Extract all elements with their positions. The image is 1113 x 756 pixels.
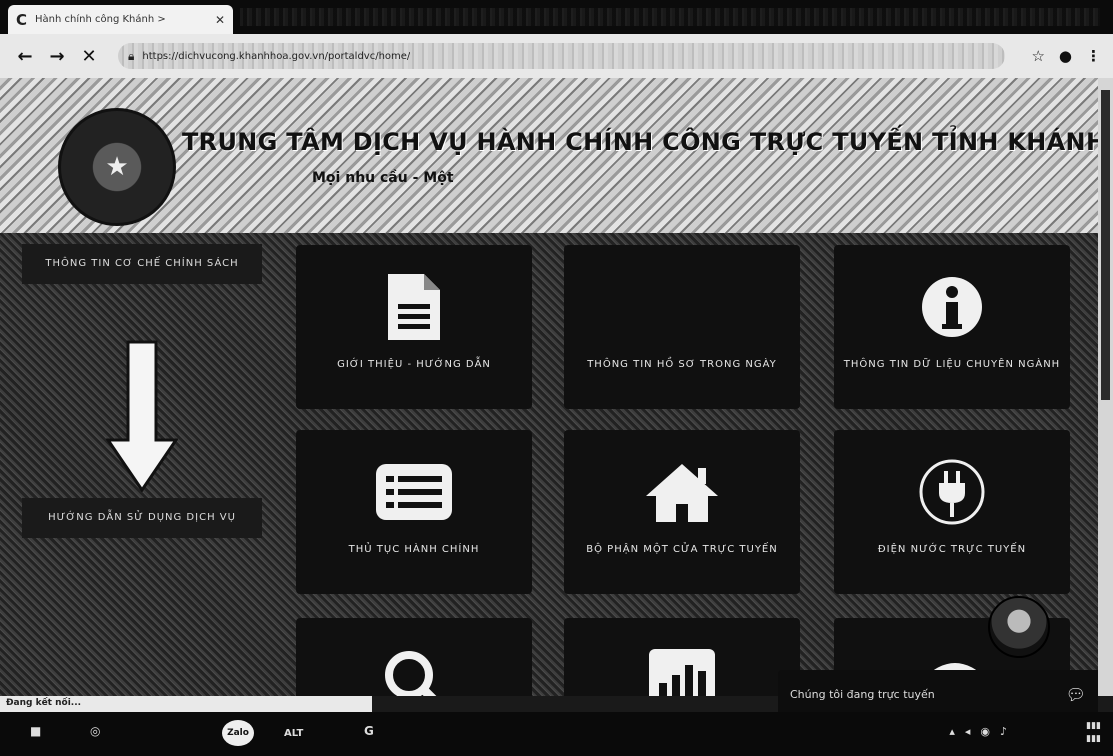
tile-administrative-procedures[interactable]: THỦ TỤC HÀNH CHÍNH xyxy=(296,430,532,594)
search-icon xyxy=(296,642,532,696)
os-taskbar: ■ ◎ Zalo ALT G ▴◂◉♪ ▮▮▮ ▮▮▮ xyxy=(0,712,1113,756)
system-tray[interactable]: ▴◂◉♪ xyxy=(949,725,1017,738)
national-emblem-logo: ★ xyxy=(58,108,176,226)
banner-title: TRUNG TÂM DỊCH VỤ HÀNH CHÍNH CÔNG TRỰC T… xyxy=(182,128,1098,156)
sidebar-item-user-guide[interactable]: HƯỚNG DẪN SỬ DỤNG DỊCH VỤ xyxy=(22,498,262,538)
sidebar-item-policy[interactable]: THÔNG TIN CƠ CHẾ CHÍNH SÁCH xyxy=(22,244,262,284)
system-clock[interactable]: ▮▮▮ ▮▮▮ xyxy=(1086,720,1101,746)
url-text: https://dichvucong.khanhhoa.gov.vn/porta… xyxy=(142,50,411,62)
profile-icon[interactable]: ● xyxy=(1059,47,1072,65)
browser-tab-bar: C Hành chính công Khánh > ✕ xyxy=(0,0,1113,34)
tile-label: ĐIỆN NƯỚC TRỰC TUYẾN xyxy=(877,544,1027,555)
lock-icon: 🔒︎ xyxy=(128,48,135,63)
tile-label: THÔNG TIN HỒ SƠ TRONG NGÀY xyxy=(587,359,777,370)
chat-icon[interactable]: 💬︎ xyxy=(1066,685,1086,704)
other-tabs-area xyxy=(240,8,1100,26)
home-icon xyxy=(564,454,800,530)
start-icon[interactable]: ■ xyxy=(30,724,41,738)
page-content: ★ TRUNG TÂM DỊCH VỤ HÀNH CHÍNH CÔNG TRỰC… xyxy=(0,78,1098,696)
browser-nav-bar: ← → ✕ 🔒︎ https://dichvucong.khanhhoa.gov… xyxy=(0,34,1113,78)
tile-label: THỦ TỤC HÀNH CHÍNH xyxy=(348,544,480,555)
taskbar-search-icon[interactable]: ◎ xyxy=(90,724,100,738)
tab-close-icon[interactable]: ✕ xyxy=(215,13,225,27)
banner-subtitle: Mọi nhu cầu - Một xyxy=(312,170,454,186)
back-button[interactable]: ← xyxy=(12,43,38,69)
bar-chart-icon xyxy=(564,642,800,696)
tile-daily-records[interactable]: THÔNG TIN HỒ SƠ TRONG NGÀY xyxy=(564,245,800,409)
tab-title: Hành chính công Khánh > xyxy=(35,14,166,25)
loading-spinner-icon: C xyxy=(16,10,28,29)
document-icon xyxy=(296,269,532,345)
taskbar-app-3[interactable]: G xyxy=(364,724,374,738)
support-avatar[interactable] xyxy=(988,596,1050,658)
tile-label: BỘ PHẬN MỘT CỬA TRỰC TUYẾN xyxy=(586,544,778,555)
taskbar-app-2[interactable]: ALT xyxy=(284,728,303,739)
browser-tab[interactable]: C Hành chính công Khánh > ✕ xyxy=(8,5,233,34)
address-bar[interactable]: 🔒︎ https://dichvucong.khanhhoa.gov.vn/po… xyxy=(118,43,1006,69)
menu-icon[interactable]: ⋮ xyxy=(1086,47,1101,65)
down-arrow-icon xyxy=(106,340,178,492)
live-chat-widget[interactable]: Chúng tôi đang trực tuyến 💬︎ xyxy=(778,670,1098,718)
page-scrollbar[interactable] xyxy=(1098,78,1113,696)
bookmark-star-icon[interactable]: ☆ xyxy=(1031,47,1044,65)
tile-electricity-water[interactable]: ĐIỆN NƯỚC TRỰC TUYẾN xyxy=(834,430,1070,594)
plug-icon xyxy=(834,454,1070,530)
list-icon xyxy=(296,454,532,530)
tile-statistics[interactable] xyxy=(564,618,800,696)
chat-text: Chúng tôi đang trực tuyến xyxy=(790,687,935,701)
browser-status-bar: Đang kết nối... xyxy=(0,696,372,712)
info-icon xyxy=(834,269,1070,345)
scrollbar-thumb[interactable] xyxy=(1101,90,1110,400)
tile-search[interactable] xyxy=(296,618,532,696)
tile-label: THÔNG TIN DỮ LIỆU CHUYÊN NGÀNH xyxy=(843,359,1061,370)
tile-one-stop-shop[interactable]: BỘ PHẬN MỘT CỬA TRỰC TUYẾN xyxy=(564,430,800,594)
tile-label: GIỚI THIỆU - HƯỚNG DẪN xyxy=(337,359,491,370)
header-banner: ★ TRUNG TÂM DỊCH VỤ HÀNH CHÍNH CÔNG TRỰC… xyxy=(0,78,1098,233)
tile-introduction[interactable]: GIỚI THIỆU - HƯỚNG DẪN xyxy=(296,245,532,409)
zalo-app-icon[interactable]: Zalo xyxy=(222,720,254,746)
tile-specialized-data[interactable]: THÔNG TIN DỮ LIỆU CHUYÊN NGÀNH xyxy=(834,245,1070,409)
forward-button[interactable]: → xyxy=(44,43,70,69)
stop-button[interactable]: ✕ xyxy=(76,43,102,69)
